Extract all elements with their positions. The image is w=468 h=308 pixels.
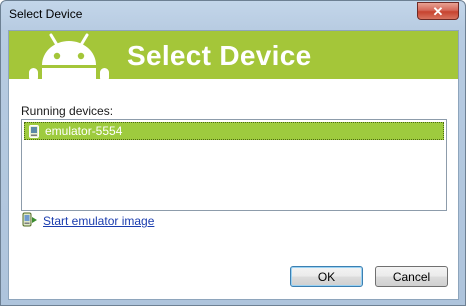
emulator-icon (22, 212, 37, 227)
android-robot-icon (29, 33, 109, 79)
dialog-content: Select Device Running devices: emulator-… (8, 30, 459, 300)
start-emulator-link[interactable]: Start emulator image (43, 214, 154, 228)
cancel-button[interactable]: Cancel (375, 266, 448, 287)
close-button[interactable]: ✕ (417, 2, 459, 20)
phone-icon (29, 125, 39, 138)
running-devices-label: Running devices: (21, 104, 114, 118)
window-title: Select Device (9, 7, 83, 21)
banner-title: Select Device (127, 40, 312, 71)
select-device-dialog: Select Device ✕ Select Device Running de… (0, 0, 466, 306)
device-list-item[interactable]: emulator-5554 (24, 122, 444, 140)
device-list[interactable]: emulator-5554 (21, 119, 447, 211)
device-name: emulator-5554 (45, 124, 123, 138)
ok-button[interactable]: OK (290, 266, 363, 287)
header-banner: Select Device (9, 31, 458, 79)
close-icon: ✕ (432, 4, 444, 19)
title-bar[interactable]: Select Device ✕ (1, 1, 465, 29)
